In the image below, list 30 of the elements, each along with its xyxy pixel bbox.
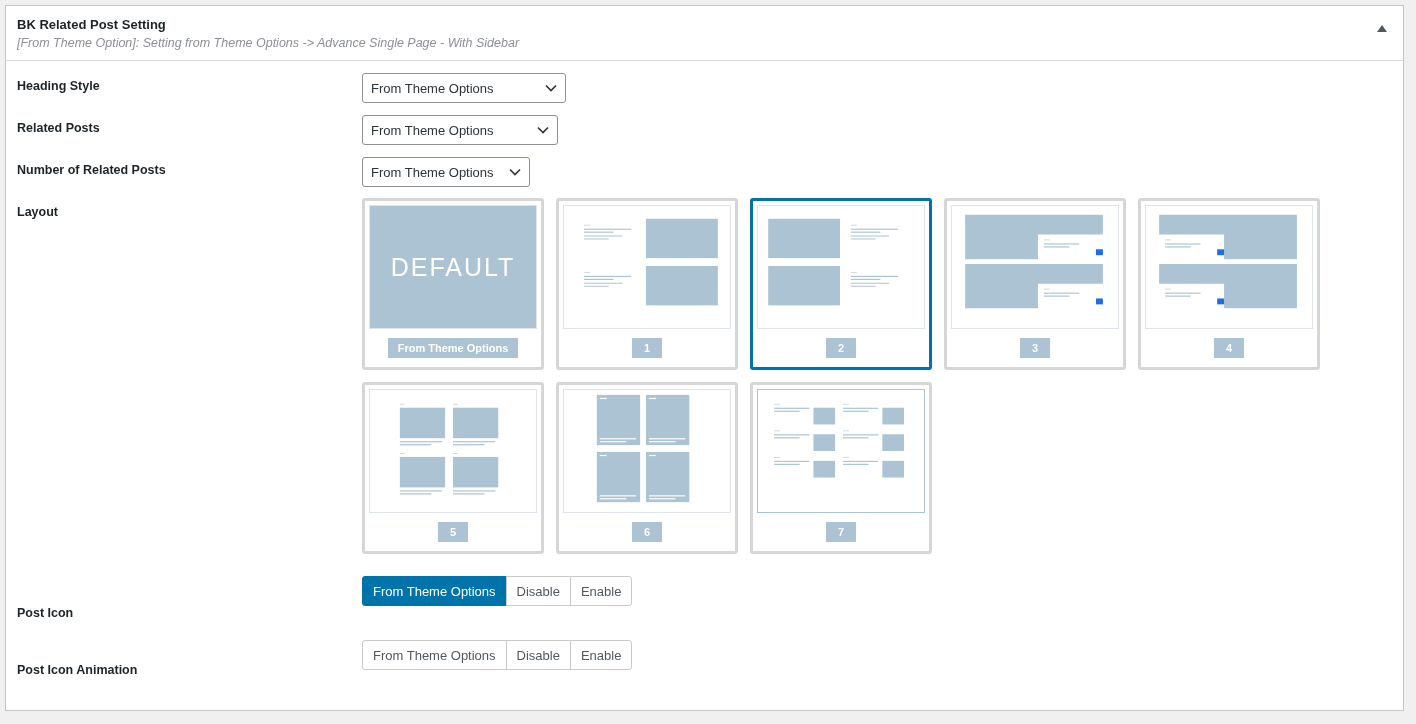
layout-caption: 6 xyxy=(632,522,662,542)
chevron-down-icon xyxy=(545,84,557,92)
toggle-option-button[interactable]: Enable xyxy=(569,640,633,670)
panel-subtitle: [From Theme Option]: Setting from Theme Options -> Advance Single Page - With Sidebar xyxy=(17,35,520,52)
default-preview: DEFAULT xyxy=(369,205,537,329)
layout-caption: From Theme Options xyxy=(387,338,519,358)
field-label: Number of Related Posts xyxy=(17,162,167,179)
chevron-down-icon xyxy=(537,126,549,134)
collapse-triangle-icon[interactable] xyxy=(1377,25,1387,32)
select-field[interactable]: From Theme Options xyxy=(362,157,530,187)
layout-caption: 5 xyxy=(438,522,468,542)
panel-title: BK Related Post Setting xyxy=(17,16,167,34)
field-label: Heading Style xyxy=(17,78,101,95)
toggle-option-button[interactable]: Disable xyxy=(505,576,571,606)
select-field[interactable]: From Theme Options xyxy=(362,73,566,103)
field-label: Layout xyxy=(17,204,59,221)
toggle-option-button[interactable]: From Theme Options xyxy=(362,640,507,670)
layout-caption: 1 xyxy=(632,338,662,358)
toggle-option-button[interactable]: Disable xyxy=(505,640,571,670)
toggle-option-button[interactable]: Enable xyxy=(569,576,633,606)
toggle-option-button[interactable]: From Theme Options xyxy=(362,576,507,606)
layout-caption: 3 xyxy=(1020,338,1050,358)
field-label: Post Icon Animation xyxy=(17,662,139,679)
layout-caption: 2 xyxy=(826,338,856,358)
chevron-down-icon xyxy=(509,168,521,176)
layout-caption: 7 xyxy=(826,522,856,542)
field-label: Post Icon xyxy=(17,605,75,622)
select-field[interactable]: From Theme Options xyxy=(362,115,558,145)
layout-caption: 4 xyxy=(1214,338,1244,358)
field-label: Related Posts xyxy=(17,120,101,137)
